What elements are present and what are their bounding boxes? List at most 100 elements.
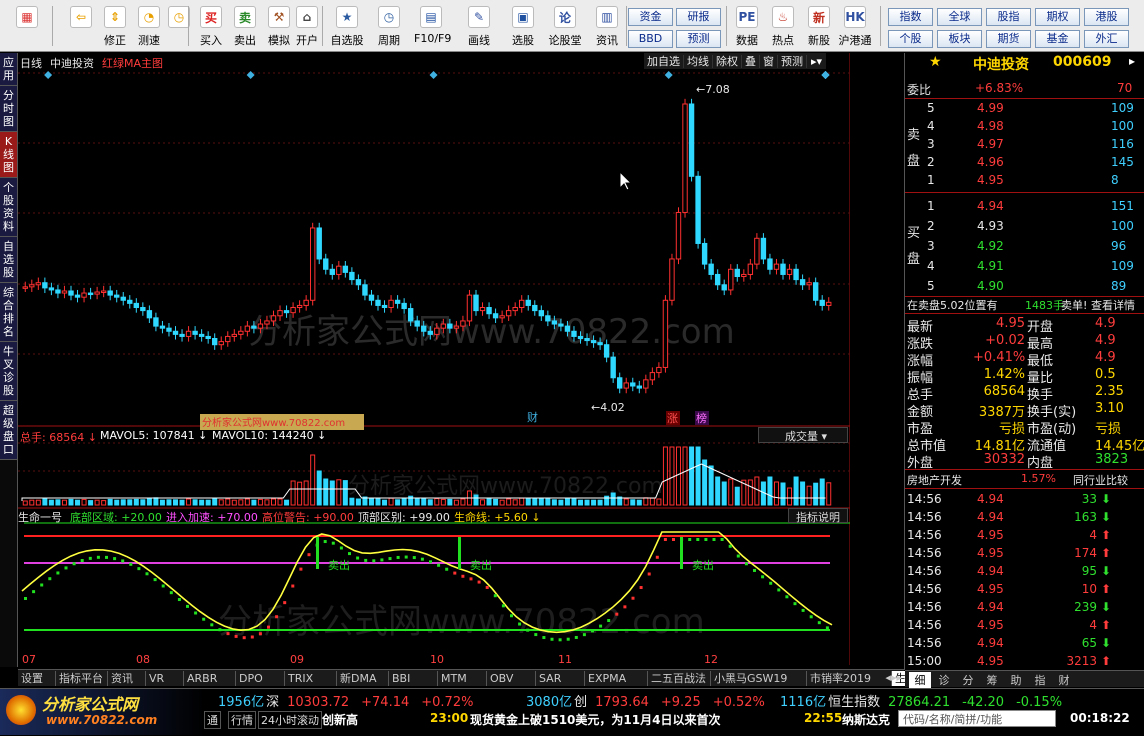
chart-menu-icon[interactable]: ▸▾ bbox=[807, 55, 826, 68]
low-annotation: ←4.02 bbox=[591, 401, 625, 414]
toolbar-button-8[interactable]: ⌂ 开户 bbox=[290, 3, 324, 50]
sector-compare-link[interactable]: 同行业比较 bbox=[1073, 472, 1128, 488]
toolbar-button-11[interactable]: ▤ F10/F9 bbox=[414, 3, 451, 50]
panel-scroll-icon[interactable]: ▸ bbox=[1129, 54, 1135, 68]
favorite-star-icon[interactable]: ★ bbox=[929, 54, 942, 70]
chart-tool-0[interactable]: 加自选 bbox=[644, 55, 684, 68]
side-tab-2[interactable]: K线图 bbox=[0, 132, 17, 178]
sell-icon: 卖 bbox=[234, 6, 256, 28]
toolbar-button-9[interactable]: ★ 自选股 bbox=[330, 3, 364, 50]
bottom-tab-0[interactable]: 通 bbox=[204, 711, 221, 729]
toolbar-button-2[interactable]: ⇕ 修正 bbox=[98, 3, 132, 50]
signal-dot bbox=[744, 562, 748, 566]
indicator-tab-13[interactable]: 二五百战法 bbox=[648, 671, 711, 686]
indicator-name[interactable]: 生命一号 bbox=[18, 509, 62, 525]
side-tab-6[interactable]: 牛叉诊股 bbox=[0, 342, 17, 401]
market-button-6[interactable]: 板块 bbox=[937, 30, 982, 48]
panel-tab-0[interactable]: 细 bbox=[909, 672, 931, 688]
stock-search-input[interactable]: 代码/名称/简拼/功能 bbox=[898, 710, 1056, 727]
toolbar-button-18[interactable]: 新新股 bbox=[802, 3, 836, 50]
toolbar-button-19[interactable]: HK 沪港通 bbox=[838, 3, 872, 50]
toolbar-button-14[interactable]: 论论股堂 bbox=[548, 3, 582, 50]
market-button-8[interactable]: 基金 bbox=[1035, 30, 1080, 48]
volume-bar bbox=[257, 498, 263, 506]
toolbar-button-5[interactable]: 买买入 bbox=[194, 3, 228, 50]
toolbar-button-4[interactable]: ◷ bbox=[162, 3, 196, 50]
side-tab-3[interactable]: 个股资料 bbox=[0, 178, 17, 237]
toolbar-button-10[interactable]: ◷ 周期 bbox=[372, 3, 406, 50]
toolbar-button-1[interactable]: ⇦ bbox=[60, 3, 102, 50]
indicator-tab-11[interactable]: SAR bbox=[536, 671, 585, 686]
volume-dropdown[interactable]: 成交量 ▾ bbox=[758, 427, 848, 443]
indicator-tab-1[interactable]: 指标平台 bbox=[56, 671, 108, 686]
chart-tool-3[interactable]: 叠 bbox=[742, 55, 760, 68]
indicator-tab-0[interactable]: 设置 bbox=[18, 671, 56, 686]
market-button-3[interactable]: 期权 bbox=[1035, 8, 1080, 26]
toolbar-button-3[interactable]: ◔ 测速 bbox=[132, 3, 166, 50]
candle-body bbox=[231, 333, 237, 337]
volume-bar bbox=[218, 499, 224, 506]
kline-svg[interactable]: 7.256.585.895.224.53分析家公式网www.70822.com分… bbox=[18, 53, 895, 666]
indicator-tab-2[interactable]: 资讯 bbox=[108, 671, 146, 686]
indicator-help-button[interactable]: 指标说明 bbox=[788, 508, 848, 524]
bottom-tab-1[interactable]: 行情 bbox=[228, 711, 256, 729]
indicator-tab-14[interactable]: 小黑马GSW19 bbox=[711, 671, 807, 686]
tab-scroll-icon[interactable]: ◂▸▸ bbox=[885, 671, 902, 684]
index-quote-1[interactable]: 3080亿创 1793.64 +9.25 +0.52% bbox=[526, 691, 765, 710]
period-label[interactable]: 日线 bbox=[20, 55, 42, 71]
index-quote-0[interactable]: 1956亿深 10303.72 +74.14 +0.72% bbox=[218, 691, 473, 710]
indicator-tab-7[interactable]: 新DMA bbox=[337, 671, 389, 686]
panel-tab-5[interactable]: 指 bbox=[1029, 672, 1051, 688]
indicator-tab-4[interactable]: ARBR bbox=[184, 671, 236, 686]
toolbar-button-0[interactable]: ▦ bbox=[6, 3, 48, 50]
indicator-tab-6[interactable]: TRIX bbox=[285, 671, 337, 686]
panel-tab-4[interactable]: 助 bbox=[1005, 672, 1027, 688]
market-button-2[interactable]: 股指 bbox=[986, 8, 1031, 26]
side-tab-1[interactable]: 分时图 bbox=[0, 86, 17, 132]
indicator-tab-9[interactable]: MTM bbox=[438, 671, 487, 686]
notice-link[interactable]: 查看详情 bbox=[1091, 297, 1135, 313]
indicator-tab-10[interactable]: OBV bbox=[487, 671, 536, 686]
side-tab-5[interactable]: 综合排名 bbox=[0, 283, 17, 342]
news-ticker-3[interactable]: 纳斯达克 bbox=[842, 711, 890, 728]
side-tab-4[interactable]: 自选股 bbox=[0, 237, 17, 283]
toolbar-button-6[interactable]: 卖卖出 bbox=[228, 3, 262, 50]
indicator-tab-12[interactable]: EXPMA bbox=[585, 671, 648, 686]
quick-button-2[interactable]: BBD bbox=[628, 30, 673, 48]
volume-bar bbox=[186, 498, 192, 506]
chart-tool-5[interactable]: 预测 bbox=[778, 55, 807, 68]
market-button-1[interactable]: 全球 bbox=[937, 8, 982, 26]
news-ticker-2[interactable]: 现货黄金上破1510美元，为11月4日以来首次 bbox=[470, 711, 720, 728]
market-button-7[interactable]: 期货 bbox=[986, 30, 1031, 48]
side-tab-0[interactable]: 应用 bbox=[0, 53, 17, 86]
market-button-9[interactable]: 外汇 bbox=[1084, 30, 1129, 48]
volume-bar bbox=[813, 482, 819, 506]
indicator-tab-5[interactable]: DPO bbox=[236, 671, 285, 686]
toolbar-button-15[interactable]: ▥ 资讯 bbox=[590, 3, 624, 50]
indicator-tab-8[interactable]: BBI bbox=[389, 671, 438, 686]
toolbar-button-13[interactable]: ▣ 选股 bbox=[506, 3, 540, 50]
panel-tab-2[interactable]: 分 bbox=[957, 672, 979, 688]
quick-button-0[interactable]: 资金 bbox=[628, 8, 673, 26]
indicator-tab-15[interactable]: 市销率2019 bbox=[807, 671, 892, 686]
main-indicator-name[interactable]: 红绿MA主图 bbox=[102, 55, 163, 71]
chart-tool-1[interactable]: 均线 bbox=[684, 55, 713, 68]
toolbar-button-16[interactable]: PE 数据 bbox=[730, 3, 764, 50]
index-quote-2[interactable]: 1116亿 恒生指数 27864.21 -42.20 -0.15% bbox=[780, 691, 1062, 710]
toolbar-button-17[interactable]: ♨ 热点 bbox=[766, 3, 800, 50]
panel-tab-6[interactable]: 财 bbox=[1053, 672, 1075, 688]
market-button-4[interactable]: 港股 bbox=[1084, 8, 1129, 26]
panel-tab-3[interactable]: 筹 bbox=[981, 672, 1003, 688]
panel-tab-1[interactable]: 诊 bbox=[933, 672, 955, 688]
side-tab-7[interactable]: 超级盘口 bbox=[0, 401, 17, 460]
chart-tool-4[interactable]: 窗 bbox=[760, 55, 778, 68]
quick-button-3[interactable]: 预测 bbox=[676, 30, 721, 48]
market-button-0[interactable]: 指数 bbox=[888, 8, 933, 26]
bottom-tab-2[interactable]: 24小时滚动 bbox=[258, 711, 322, 729]
market-button-5[interactable]: 个股 bbox=[888, 30, 933, 48]
toolbar-button-12[interactable]: ✎ 画线 bbox=[462, 3, 496, 50]
quick-button-1[interactable]: 研报 bbox=[676, 8, 721, 26]
chart-tool-2[interactable]: 除权 bbox=[713, 55, 742, 68]
indicator-tab-3[interactable]: VR bbox=[146, 671, 184, 686]
news-ticker-1[interactable]: 创新高 bbox=[322, 711, 358, 728]
